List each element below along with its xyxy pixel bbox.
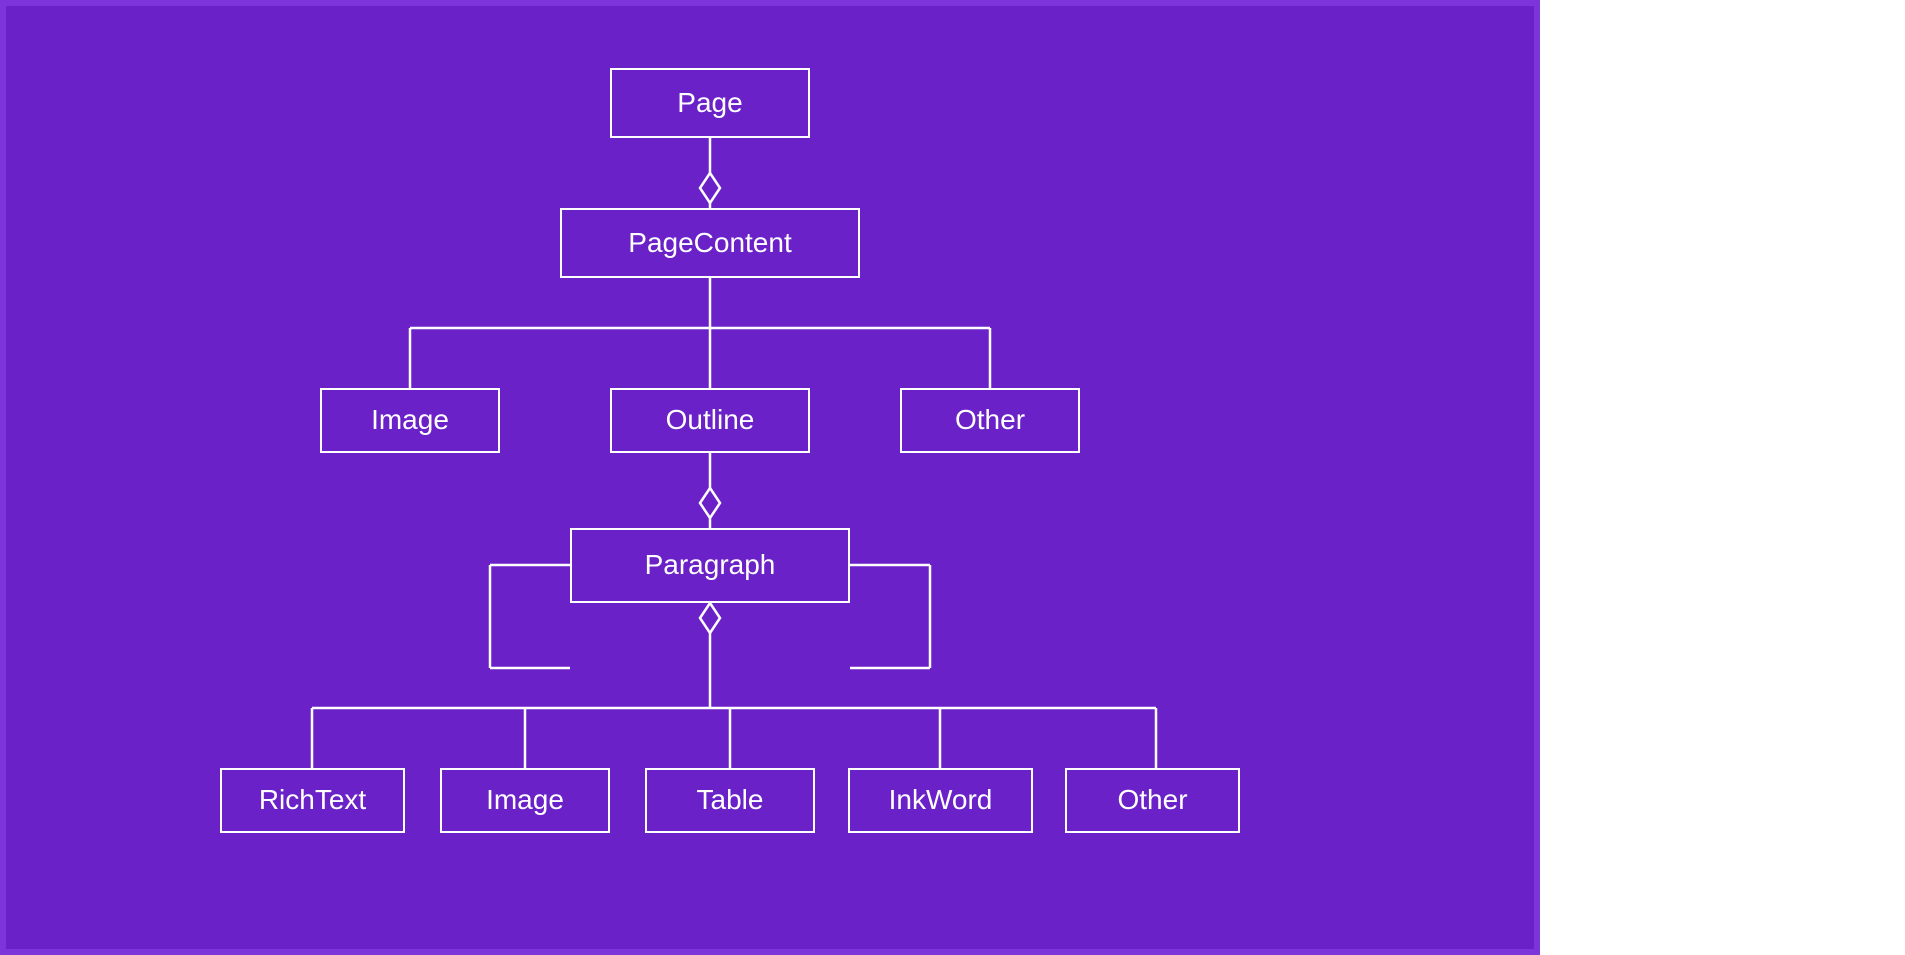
inkword-node: InkWord (848, 768, 1033, 833)
richtext-node: RichText (220, 768, 405, 833)
image2-node: Image (440, 768, 610, 833)
page-content-node: PageContent (560, 208, 860, 278)
diagram: Page PageContent Image Outline Other Par… (220, 48, 1320, 908)
paragraph-node: Paragraph (570, 528, 850, 603)
other1-node: Other (900, 388, 1080, 453)
image1-node: Image (320, 388, 500, 453)
other2-node: Other (1065, 768, 1240, 833)
diagram-container: Page PageContent Image Outline Other Par… (0, 0, 1540, 955)
page-node: Page (610, 68, 810, 138)
outline-node: Outline (610, 388, 810, 453)
table-node: Table (645, 768, 815, 833)
